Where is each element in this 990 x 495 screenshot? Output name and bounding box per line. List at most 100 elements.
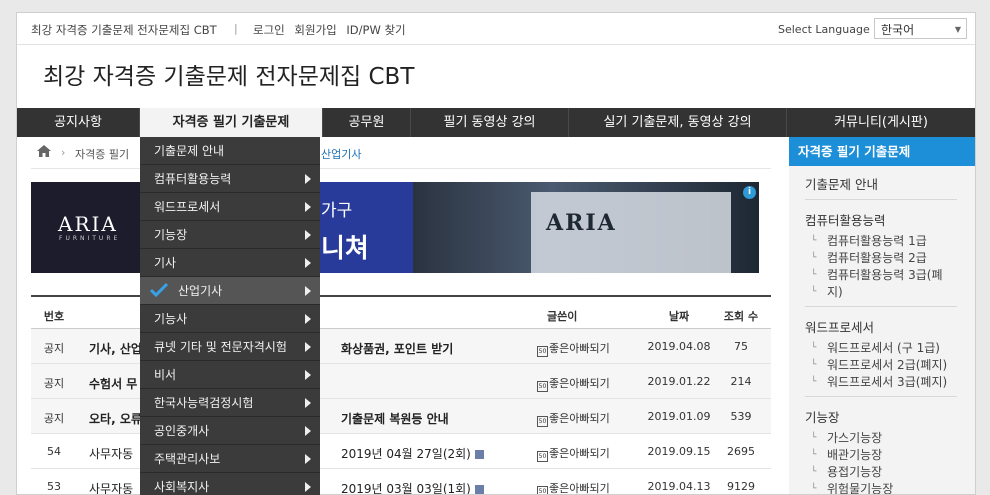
breadcrumb-item[interactable]: 자격증 필기 (75, 146, 129, 162)
login-link[interactable]: 로그인 (253, 23, 285, 37)
menu-item[interactable]: 사회복지사 (140, 473, 320, 495)
row-title[interactable]: 사무자동 (89, 480, 133, 494)
save-icon (474, 485, 484, 494)
chevron-right-icon (305, 398, 311, 408)
menu-item[interactable]: 큐넷 기타 및 전문자격시험 (140, 333, 320, 361)
nav-item-notice[interactable]: 공지사항 (17, 108, 140, 137)
find-idpw-link[interactable]: ID/PW 찾기 (346, 23, 405, 37)
row-title[interactable]: 화상품권, 포인트 받기 (341, 340, 453, 357)
site-name-link[interactable]: 최강 자격증 기출문제 전자문제집 CBT (31, 22, 217, 38)
row-views: 2695 (727, 445, 755, 458)
sidebar-subitem[interactable]: 워드프로세서 (구 1급) (805, 340, 957, 357)
column-header-num: 번호 (43, 310, 65, 323)
column-header-date: 날짜 (668, 310, 690, 323)
sidebar-subitem[interactable]: 컴퓨터활용능력 1급 (805, 233, 957, 250)
sidebar-subitem[interactable]: 컴퓨터활용능력 3급(폐 (805, 267, 957, 284)
page-title[interactable]: 최강 자격증 기출문제 전자문제집 CBT (43, 57, 414, 91)
sidebar-subitem[interactable]: 배관기능장 (805, 447, 957, 464)
row-views: 539 (730, 410, 752, 423)
chevron-right-icon (305, 230, 311, 240)
nav-item-community[interactable]: 커뮤니티(게시판) (787, 108, 975, 137)
chevron-right-icon (305, 426, 311, 436)
row-title[interactable]: 수험서 무 (89, 375, 137, 392)
row-num: 54 (47, 445, 61, 458)
chevron-right-icon (305, 258, 311, 268)
sidebar-subitem[interactable]: 가스기능장 (805, 430, 957, 447)
banner-text: 니쳐 (321, 234, 369, 264)
row-num: 공지 (43, 412, 65, 425)
row-date: 2019.04.08 (647, 340, 711, 353)
row-writer[interactable]: 50 좋은아빠되기 (537, 410, 610, 427)
sidebar-subitem[interactable]: 용접기능장 (805, 464, 957, 481)
menu-item[interactable]: 한국사능력검정시험 (140, 389, 320, 417)
language-label: Select Language (778, 23, 870, 36)
row-writer[interactable]: 50 좋은아빠되기 (537, 445, 610, 462)
row-views: 214 (730, 375, 752, 388)
menu-item[interactable]: 주택관리사보 (140, 445, 320, 473)
user-links: 로그인 회원가입 ID/PW 찾기 (253, 22, 412, 38)
row-title[interactable]: 기출문제 복원등 안내 (341, 410, 449, 427)
nav-item-video-lectures[interactable]: 필기 동영상 강의 (411, 108, 569, 137)
language-select[interactable]: 한국어 ▼ (874, 18, 967, 39)
row-title[interactable]: 사무자동 (89, 445, 133, 462)
home-icon[interactable] (37, 145, 51, 157)
sidebar-subitem[interactable]: 위험물기능장 (805, 481, 957, 494)
sidebar-item-master[interactable]: 기능장 (805, 399, 957, 428)
level-badge: 50 (537, 381, 548, 392)
signup-link[interactable]: 회원가입 (294, 23, 336, 37)
level-badge: 50 (537, 346, 548, 357)
row-date: 2019.04.13 (647, 480, 711, 493)
sidebar-item-word[interactable]: 워드프로세서 (805, 309, 957, 338)
level-badge: 50 (537, 416, 548, 427)
chevron-right-icon (305, 482, 311, 492)
column-header-writer: 글쓴이 (547, 310, 578, 323)
menu-item[interactable]: 기출문제 안내 (140, 137, 320, 165)
row-num: 공지 (43, 342, 65, 355)
sidebar-header[interactable]: 자격증 필기 기출문제 (789, 137, 975, 166)
nav-item-written-exams[interactable]: 자격증 필기 기출문제 (140, 108, 323, 137)
row-title[interactable]: 2019년 04월 27일(2회) (341, 445, 484, 462)
sidebar-subitem[interactable]: 컴퓨터활용능력 2급 (805, 250, 957, 267)
row-writer[interactable]: 50 좋은아빠되기 (537, 480, 610, 494)
menu-item[interactable]: 공인중개사 (140, 417, 320, 445)
chevron-right-icon (305, 202, 311, 212)
nav-item-civil-service[interactable]: 공무원 (323, 108, 411, 137)
chevron-right-icon (305, 286, 311, 296)
menu-item[interactable]: 워드프로세서 (140, 193, 320, 221)
row-views: 9129 (727, 480, 755, 493)
banner-logo: ARIA (58, 212, 118, 236)
sidebar-subitem[interactable]: 워드프로세서 3급(폐지) (805, 374, 957, 391)
row-writer[interactable]: 50 좋은아빠되기 (537, 375, 610, 392)
sidebar-subitem-cont[interactable]: 지) (805, 284, 957, 301)
chevron-down-icon: ▼ (954, 25, 961, 34)
sidebar-item-guide[interactable]: 기출문제 안내 (805, 166, 957, 200)
chevron-right-icon (305, 314, 311, 324)
language-value: 한국어 (881, 23, 915, 37)
nav-item-practical-exams[interactable]: 실기 기출문제, 동영상 강의 (569, 108, 787, 137)
menu-item[interactable]: 기능장 (140, 221, 320, 249)
chevron-right-icon (305, 370, 311, 380)
menu-item[interactable]: 기사 (140, 249, 320, 277)
row-views: 75 (734, 340, 748, 353)
column-header-views: 조회 수 (723, 310, 759, 323)
row-title[interactable]: 2019년 03월 03일(1회) (341, 480, 484, 494)
menu-item[interactable]: 비서 (140, 361, 320, 389)
row-num: 53 (47, 480, 61, 493)
menu-item-selected[interactable]: 산업기사 (140, 277, 320, 305)
breadcrumb-item[interactable]: 산업기사 (321, 146, 361, 162)
menu-item[interactable]: 컴퓨터활용능력 (140, 165, 320, 193)
banner-logo-sub: FURNITURE (59, 235, 121, 242)
divider: | (234, 22, 238, 35)
sidebar-item-computer[interactable]: 컴퓨터활용능력 (805, 202, 957, 231)
row-title[interactable]: 오타, 오류 (89, 410, 142, 427)
row-title[interactable]: 기사, 산업 (89, 340, 142, 357)
chevron-right-icon: › (61, 146, 66, 159)
sidebar: 자격증 필기 기출문제 기출문제 안내 컴퓨터활용능력 컴퓨터활용능력 1급 컴… (789, 137, 975, 494)
row-writer[interactable]: 50 좋은아빠되기 (537, 340, 610, 357)
info-icon[interactable]: i (743, 186, 756, 199)
divider (805, 391, 957, 397)
banner-text: 가구 (321, 201, 353, 221)
divider (805, 301, 957, 307)
menu-item[interactable]: 기능사 (140, 305, 320, 333)
sidebar-subitem[interactable]: 워드프로세서 2급(폐지) (805, 357, 957, 374)
